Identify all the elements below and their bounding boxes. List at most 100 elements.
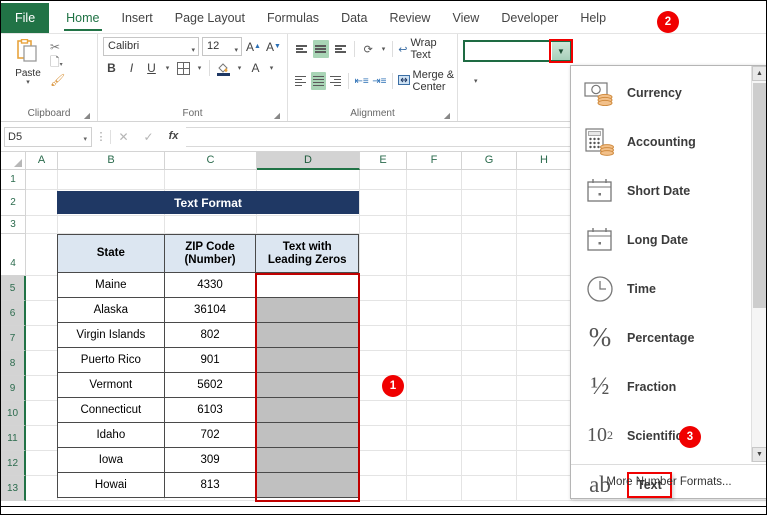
row-header-6[interactable]: 6 xyxy=(1,301,26,326)
name-box-chevron-down-icon[interactable]: ▾ xyxy=(83,131,87,149)
underline-chevron-down-icon[interactable]: ▾ xyxy=(163,59,172,77)
increase-indent-icon[interactable]: ⇥≡ xyxy=(372,72,387,90)
row-header-5[interactable]: 5 xyxy=(1,276,26,301)
check-icon[interactable]: ✓ xyxy=(136,130,161,144)
row-header-2[interactable]: 2 xyxy=(1,190,26,216)
row-header-13[interactable]: 13 xyxy=(1,476,26,501)
column-header-d[interactable]: D xyxy=(257,152,360,170)
font-color-chevron-down-icon[interactable]: ▾ xyxy=(267,59,276,77)
dropdown-item-time[interactable]: Time xyxy=(571,264,751,313)
paste-caret-icon[interactable]: ▾ xyxy=(6,79,50,87)
cell-zip[interactable]: 813 xyxy=(163,472,257,498)
row-header-8[interactable]: 8 xyxy=(1,351,26,376)
font-dialog-launcher-icon[interactable]: ◢ xyxy=(274,108,280,123)
font-size-input[interactable]: 12 ▾ xyxy=(202,37,242,56)
dropdown-item-currency[interactable]: Currency xyxy=(571,68,751,117)
cell-state[interactable]: Idaho xyxy=(57,422,165,448)
copy-icon[interactable]: 🗋▾ xyxy=(50,55,65,72)
dropdown-scrollbar[interactable]: ▲ ▼ xyxy=(751,66,766,462)
column-header-c[interactable]: C xyxy=(165,152,257,170)
column-header-a[interactable]: A xyxy=(26,152,58,170)
cell-state[interactable]: Puerto Rico xyxy=(57,347,165,373)
paste-button[interactable]: Paste ▾ xyxy=(6,37,50,87)
name-box[interactable]: D5 ▾ xyxy=(4,126,92,149)
cancel-icon[interactable]: ✕ xyxy=(111,130,136,144)
column-header-g[interactable]: G xyxy=(462,152,517,170)
align-bottom-button[interactable] xyxy=(332,40,349,58)
scroll-up-icon[interactable]: ▲ xyxy=(752,66,766,81)
column-header-b[interactable]: B xyxy=(58,152,165,170)
cell-zip[interactable]: 309 xyxy=(163,447,257,473)
tab-help[interactable]: Help xyxy=(569,3,617,33)
cell-state[interactable]: Iowa xyxy=(57,447,165,473)
scissors-icon[interactable]: ✂ xyxy=(50,40,65,54)
column-header-zipcode[interactable]: ZIP Code (Number) xyxy=(163,234,257,273)
dropdown-item-long-date[interactable]: Long Date xyxy=(571,215,751,264)
scrollbar-thumb[interactable] xyxy=(753,83,766,308)
cell-text[interactable] xyxy=(255,347,359,373)
number-format-combobox[interactable]: ▼ xyxy=(463,39,573,63)
fx-icon[interactable]: fx xyxy=(161,130,186,144)
cell-text[interactable] xyxy=(255,472,359,498)
row-header-9[interactable]: 9 xyxy=(1,376,26,401)
tab-data[interactable]: Data xyxy=(330,3,378,33)
borders-chevron-down-icon[interactable]: ▾ xyxy=(195,59,204,77)
column-header-state[interactable]: State xyxy=(57,234,165,273)
dropdown-item-scientific[interactable]: 10 2 Scientific xyxy=(571,411,751,460)
row-header-3[interactable]: 3 xyxy=(1,216,26,234)
tab-page-layout[interactable]: Page Layout xyxy=(164,3,256,33)
fill-color-chevron-down-icon[interactable]: ▾ xyxy=(235,59,244,77)
underline-button[interactable]: U xyxy=(143,59,160,77)
cell-zip[interactable]: 4330 xyxy=(163,272,257,298)
row-header-7[interactable]: 7 xyxy=(1,326,26,351)
column-header-h[interactable]: H xyxy=(517,152,572,170)
dropdown-item-short-date[interactable]: Short Date xyxy=(571,166,751,215)
align-center-button[interactable] xyxy=(310,72,326,90)
decrease-indent-icon[interactable]: ⇤≡ xyxy=(354,72,369,90)
grow-font-button[interactable]: A ▲ xyxy=(245,38,262,56)
cell-text[interactable] xyxy=(255,322,359,348)
row-header-11[interactable]: 11 xyxy=(1,426,26,451)
cell-zip[interactable]: 36104 xyxy=(163,297,257,323)
cell-zip[interactable]: 702 xyxy=(163,422,257,448)
dropdown-item-percentage[interactable]: % Percentage xyxy=(571,313,751,362)
shrink-font-button[interactable]: A ▼ xyxy=(265,38,282,56)
tab-home[interactable]: Home xyxy=(55,3,110,33)
font-name-chevron-down-icon[interactable]: ▾ xyxy=(191,42,195,59)
cell-zip[interactable]: 802 xyxy=(163,322,257,348)
align-left-button[interactable] xyxy=(293,72,308,90)
clipboard-dialog-launcher-icon[interactable]: ◢ xyxy=(84,108,90,123)
column-header-f[interactable]: F xyxy=(407,152,462,170)
tab-insert[interactable]: Insert xyxy=(111,3,164,33)
banner-title-cell[interactable]: Text Format xyxy=(57,191,359,214)
borders-icon[interactable] xyxy=(175,59,192,77)
more-number-formats-button[interactable]: More Number Formats... xyxy=(571,464,766,498)
cell-zip[interactable]: 5602 xyxy=(163,372,257,398)
cell-state[interactable]: Alaska xyxy=(57,297,165,323)
row-header-1[interactable]: 1 xyxy=(1,170,26,190)
scroll-down-icon[interactable]: ▼ xyxy=(752,447,766,462)
alignment-dialog-launcher-icon[interactable]: ◢ xyxy=(444,108,450,123)
fill-color-icon[interactable] xyxy=(215,59,232,77)
cell-state[interactable]: Connecticut xyxy=(57,397,165,423)
tab-review[interactable]: Review xyxy=(378,3,441,33)
orientation-chevron-down-icon[interactable]: ▾ xyxy=(380,40,388,58)
cell-state[interactable]: Virgin Islands xyxy=(57,322,165,348)
cell-text[interactable] xyxy=(255,447,359,473)
orientation-icon[interactable]: ⟳ xyxy=(360,40,377,58)
cell-zip[interactable]: 901 xyxy=(163,347,257,373)
font-size-chevron-down-icon[interactable]: ▾ xyxy=(234,42,238,59)
format-painter-icon[interactable]: 🖌 xyxy=(50,73,65,87)
align-middle-button[interactable] xyxy=(312,40,330,58)
dropdown-item-accounting[interactable]: Accounting xyxy=(571,117,751,166)
wrap-text-button[interactable]: ↩ Wrap Text xyxy=(398,37,452,61)
select-all-corner[interactable] xyxy=(1,152,26,170)
cell-state[interactable]: Maine xyxy=(57,272,165,298)
tab-developer[interactable]: Developer xyxy=(490,3,569,33)
tab-view[interactable]: View xyxy=(441,3,490,33)
cell-text[interactable] xyxy=(255,422,359,448)
align-top-button[interactable] xyxy=(293,40,310,58)
tab-formulas[interactable]: Formulas xyxy=(256,3,330,33)
row-header-12[interactable]: 12 xyxy=(1,451,26,476)
column-header-e[interactable]: E xyxy=(360,152,407,170)
